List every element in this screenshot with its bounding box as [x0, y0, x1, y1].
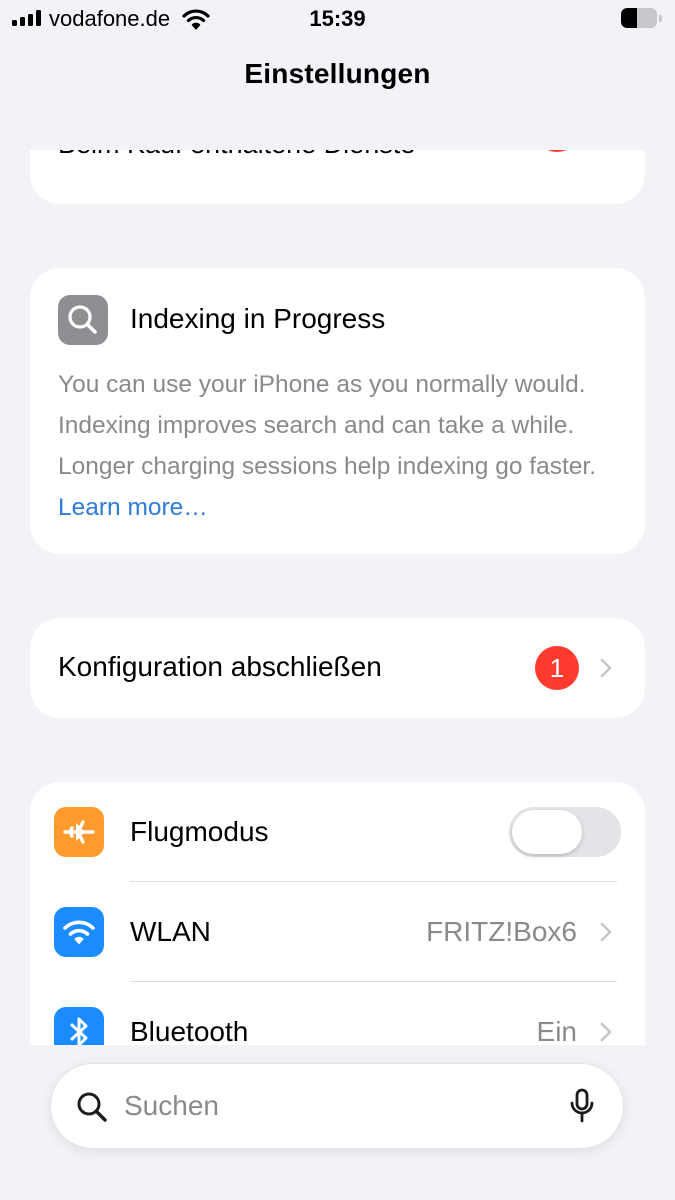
chevron-right-icon: [600, 658, 612, 678]
bluetooth-status: Ein: [536, 1016, 577, 1045]
airplane-mode-label: Flugmodus: [130, 816, 269, 847]
wlan-row[interactable]: WLAN FRITZ!Box6: [30, 882, 645, 982]
included-services-row[interactable]: Beim Kauf enthaltene Dienste 4: [30, 150, 645, 204]
search-icon: [77, 1092, 107, 1122]
indexing-body-text: You can use your iPhone as you normally …: [58, 371, 596, 480]
search-bar[interactable]: Suchen: [50, 1063, 624, 1149]
chevron-right-icon: [600, 922, 612, 942]
chevron-right-icon: [600, 1022, 612, 1042]
magnifier-icon: [58, 295, 108, 345]
search-placeholder: Suchen: [124, 1090, 219, 1121]
airplane-icon: [54, 807, 104, 857]
notification-badge: 4: [535, 150, 579, 152]
airplane-mode-toggle[interactable]: [509, 807, 621, 857]
included-services-label: Beim Kauf enthaltene Dienste: [58, 150, 415, 160]
bluetooth-label: Bluetooth: [130, 1016, 249, 1045]
bluetooth-icon: [54, 1007, 104, 1045]
page-title: Einstellungen: [244, 58, 431, 89]
learn-more-link[interactable]: Learn more…: [58, 494, 208, 521]
status-time: 15:39: [309, 6, 366, 31]
battery-icon: [621, 8, 663, 28]
wifi-icon: [54, 907, 104, 957]
microphone-icon[interactable]: [569, 1088, 595, 1124]
battery-fill: [621, 8, 637, 28]
settings-list[interactable]: Beim Kauf enthaltene Dienste 4 Indexing …: [0, 150, 675, 1045]
connectivity-group: Flugmodus WLAN FRITZ!Box6 Bluetooth Ein: [30, 782, 645, 1045]
finish-setup-row[interactable]: Konfiguration abschließen 1: [30, 618, 645, 718]
wlan-network-name: FRITZ!Box6: [426, 916, 577, 947]
airplane-mode-row: Flugmodus: [30, 782, 645, 882]
finish-setup-label: Konfiguration abschließen: [58, 651, 382, 682]
indexing-title: Indexing in Progress: [130, 303, 386, 334]
bluetooth-row[interactable]: Bluetooth Ein: [30, 982, 645, 1045]
toggle-knob: [512, 810, 582, 854]
notification-badge: 1: [535, 646, 579, 690]
wlan-label: WLAN: [130, 916, 211, 947]
status-bar: vodafone.de 15:39: [0, 0, 675, 40]
indexing-card: Indexing in Progress You can use your iP…: [30, 268, 645, 554]
indexing-description: You can use your iPhone as you normally …: [58, 364, 623, 528]
